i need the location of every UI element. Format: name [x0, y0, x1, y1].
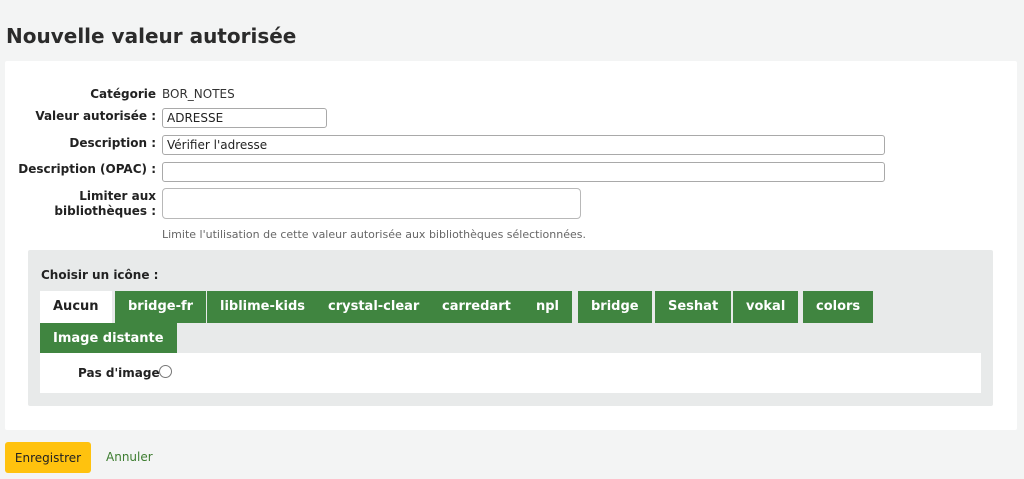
authorized-value-input[interactable] [162, 108, 327, 128]
tab-bridge-fr[interactable]: bridge-fr [115, 291, 207, 323]
icon-chooser-title: Choisir un icône : [41, 268, 159, 282]
tab-colors[interactable]: colors [803, 291, 874, 323]
category-value: BOR_NOTES [162, 87, 235, 101]
tab-bridge[interactable]: bridge [578, 291, 652, 323]
authorized-value-label: Valeur autorisée : [35, 109, 156, 123]
category-label: Catégorie [90, 87, 156, 101]
branches-label-line1: Limiter aux [79, 189, 156, 203]
description-opac-label: Description (OPAC) : [18, 162, 156, 176]
no-image-radio[interactable] [159, 365, 172, 378]
tab-liblime-kids[interactable]: liblime-kids [207, 291, 319, 323]
tab-crystal-clear[interactable]: crystal-clear [315, 291, 433, 323]
cancel-link[interactable]: Annuler [106, 450, 153, 464]
tab-carredart[interactable]: carredart [429, 291, 524, 323]
icon-chooser: Choisir un icône : Aucun bridge-fr libli… [28, 250, 993, 406]
tab-panel-aucun: Pas d'image : [40, 353, 981, 393]
branches-multiselect[interactable] [162, 188, 581, 219]
branches-label-line2: bibliothèques : [54, 204, 156, 218]
tab-image-distante[interactable]: Image distante [40, 323, 177, 355]
tab-seshat[interactable]: Seshat [655, 291, 732, 323]
no-image-label: Pas d'image : [78, 366, 169, 380]
description-input[interactable] [162, 135, 885, 155]
tab-npl[interactable]: npl [523, 291, 573, 323]
form-panel: Catégorie BOR_NOTES Valeur autorisée : D… [5, 61, 1017, 430]
page-title: Nouvelle valeur autorisée [6, 24, 297, 48]
tab-aucun[interactable]: Aucun [40, 291, 112, 323]
branches-hint: Limite l'utilisation de cette valeur aut… [162, 228, 586, 241]
tab-vokal[interactable]: vokal [733, 291, 799, 323]
description-label: Description : [69, 136, 156, 150]
save-button[interactable]: Enregistrer [5, 442, 91, 473]
description-opac-input[interactable] [162, 162, 885, 182]
